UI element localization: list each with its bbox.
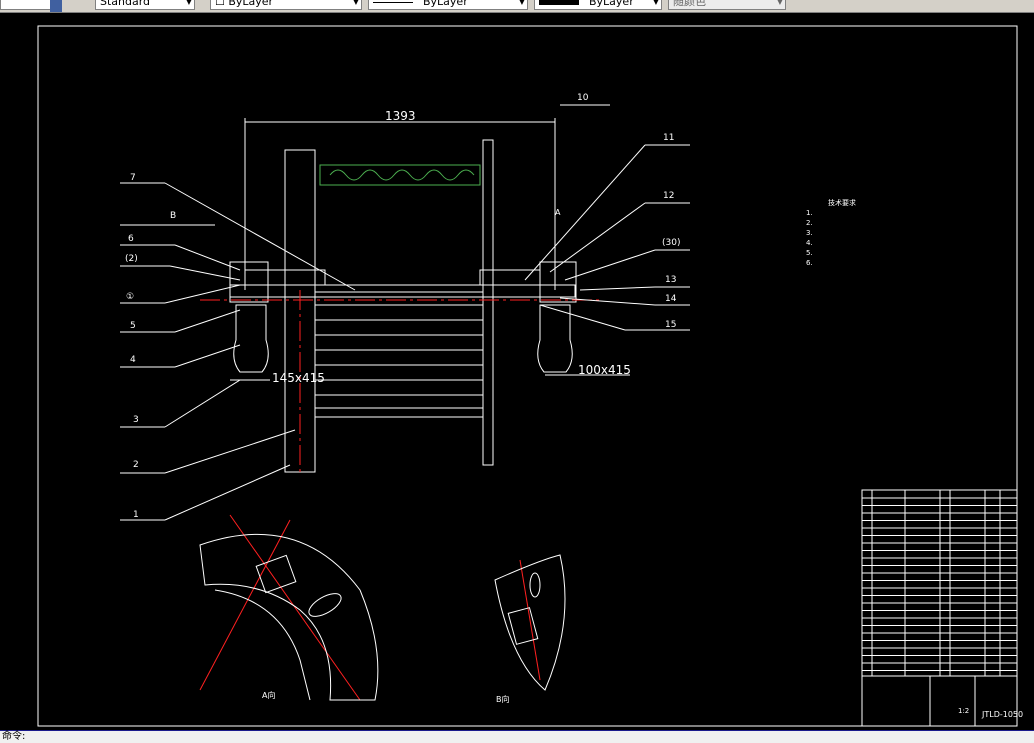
text-style-combo[interactable]: Standard ▼: [95, 0, 195, 10]
svg-text:1.: 1.: [806, 209, 813, 217]
text-style-value: Standard: [100, 0, 151, 8]
spring: [319, 164, 481, 186]
lineweight-combo[interactable]: ByLayer ▼: [534, 0, 662, 10]
cad-drawing: 1393 145x415 100x415 7 B 6 (2) ① 5 4 3 2…: [37, 25, 1023, 727]
svg-text:①: ①: [126, 292, 134, 302]
svg-text:7: 7: [130, 173, 136, 183]
command-prompt: 命令:: [2, 731, 26, 742]
svg-text:B: B: [170, 211, 176, 221]
chevron-down-icon: ▼: [352, 0, 359, 6]
svg-text:5: 5: [130, 321, 136, 331]
svg-text:13: 13: [665, 275, 676, 285]
plotstyle-value: 随颜色: [673, 0, 706, 8]
dimension-1393: 1393: [244, 109, 556, 290]
command-line[interactable]: 命令:: [0, 731, 1034, 743]
svg-text:B向: B向: [496, 694, 510, 704]
view-a: A向: [199, 533, 379, 701]
linetype-combo[interactable]: ByLayer ▼: [368, 0, 528, 10]
properties-toolbar: ▼ Standard▼ ☐ ByLayer▼ ByLayer▼ ByLayer▼…: [0, 0, 1034, 13]
svg-text:3.: 3.: [806, 229, 813, 237]
drawing-canvas[interactable]: 1393 145x415 100x415 7 B 6 (2) ① 5 4 3 2…: [0, 13, 1034, 732]
color-combo[interactable]: ☐ ByLayer ▼: [210, 0, 362, 10]
center-lines: [199, 290, 600, 701]
drum: [229, 139, 577, 473]
svg-text:4: 4: [130, 355, 136, 365]
right-labels: 10 11 12 (30) 13 14 15: [577, 93, 680, 330]
technical-notes: 技术要求 1. 2. 3. 4. 5. 6.: [806, 198, 856, 267]
chevron-down-icon: ▼: [652, 0, 659, 6]
dimension-left-bolt: 145x415: [272, 371, 325, 385]
svg-text:1: 1: [133, 510, 139, 520]
left-leaders: [120, 182, 356, 521]
svg-text:(30): (30): [662, 238, 680, 248]
text-style-icon[interactable]: [50, 0, 62, 12]
lineweight-value: ByLayer: [589, 0, 634, 8]
svg-text:(2): (2): [125, 254, 138, 264]
svg-text:A向: A向: [262, 690, 275, 700]
linetype-value: ByLayer: [423, 0, 468, 8]
svg-text:6.: 6.: [806, 259, 813, 267]
svg-text:10: 10: [577, 93, 589, 103]
svg-text:3: 3: [133, 415, 139, 425]
plotstyle-combo[interactable]: 随颜色 ▼: [668, 0, 786, 10]
section-a-label: A: [555, 208, 561, 217]
title-block: JTLD-1050 1:2: [861, 489, 1023, 727]
svg-text:1:2: 1:2: [958, 707, 969, 715]
svg-text:6: 6: [128, 234, 134, 244]
chevron-down-icon: ▼: [776, 0, 783, 6]
color-value: ByLayer: [228, 0, 274, 8]
svg-text:2.: 2.: [806, 219, 813, 227]
svg-text:5.: 5.: [806, 249, 813, 257]
svg-text:2: 2: [133, 460, 139, 470]
svg-text:4.: 4.: [806, 239, 813, 247]
svg-text:技术要求: 技术要求: [828, 198, 856, 207]
svg-text:14: 14: [665, 294, 677, 304]
svg-text:11: 11: [663, 133, 674, 143]
svg-text:1393: 1393: [385, 109, 416, 123]
view-b: B向: [494, 554, 566, 704]
svg-text:12: 12: [663, 191, 674, 201]
chevron-down-icon: ▼: [185, 0, 192, 6]
drawing-frame: [37, 25, 1018, 727]
svg-text:15: 15: [665, 320, 676, 330]
svg-text:JTLD-1050: JTLD-1050: [981, 710, 1023, 719]
chevron-down-icon: ▼: [518, 0, 525, 6]
